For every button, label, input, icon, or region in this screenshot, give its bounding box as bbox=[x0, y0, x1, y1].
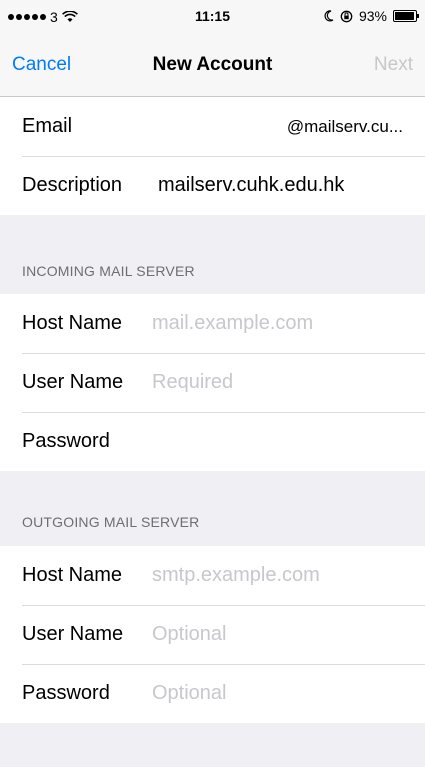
incoming-group: Host Name User Name Password bbox=[0, 294, 425, 471]
outgoing-password-row[interactable]: Password bbox=[0, 664, 425, 723]
outgoing-user-input[interactable] bbox=[152, 623, 392, 646]
account-group: Email @mailserv.cu... Description mailse… bbox=[0, 97, 425, 215]
outgoing-user-row[interactable]: User Name bbox=[0, 605, 425, 664]
battery-percent: 93% bbox=[358, 8, 387, 24]
navigation-bar: Cancel New Account Next bbox=[0, 34, 425, 97]
email-row[interactable]: Email @mailserv.cu... bbox=[0, 97, 425, 156]
email-value[interactable]: @mailserv.cu... bbox=[287, 117, 403, 137]
outgoing-user-label: User Name bbox=[22, 623, 124, 645]
incoming-password-row[interactable]: Password bbox=[0, 412, 425, 471]
email-label: Email bbox=[22, 115, 73, 137]
incoming-host-row[interactable]: Host Name bbox=[0, 294, 425, 353]
outgoing-host-input[interactable] bbox=[152, 564, 392, 587]
outgoing-host-label: Host Name bbox=[22, 564, 123, 586]
incoming-password-label: Password bbox=[22, 430, 110, 452]
next-button[interactable]: Next bbox=[374, 54, 413, 76]
incoming-user-row[interactable]: User Name bbox=[0, 353, 425, 412]
page-title: New Account bbox=[152, 54, 273, 75]
incoming-user-label: User Name bbox=[22, 371, 124, 393]
status-bar: 3 11:15 93% bbox=[0, 0, 425, 34]
outgoing-group: Host Name User Name Password bbox=[0, 546, 425, 723]
outgoing-password-label: Password bbox=[22, 682, 110, 704]
incoming-host-input[interactable] bbox=[152, 312, 392, 335]
incoming-password-input[interactable] bbox=[152, 430, 392, 453]
incoming-user-input[interactable] bbox=[152, 371, 392, 394]
incoming-host-label: Host Name bbox=[22, 312, 123, 334]
outgoing-password-input[interactable] bbox=[152, 682, 392, 705]
rotation-lock-icon bbox=[340, 10, 353, 22]
status-right: 93% bbox=[324, 8, 419, 24]
description-row[interactable]: Description mailserv.cuhk.edu.hk bbox=[0, 156, 425, 215]
description-value[interactable]: mailserv.cuhk.edu.hk bbox=[158, 174, 344, 197]
battery-icon bbox=[393, 10, 419, 22]
screen: 3 11:15 93% Cancel New Account Next Emai… bbox=[0, 0, 425, 767]
outgoing-section-header: OUTGOING MAIL SERVER bbox=[22, 514, 200, 530]
outgoing-host-row[interactable]: Host Name bbox=[0, 546, 425, 605]
incoming-section-header: INCOMING MAIL SERVER bbox=[22, 263, 195, 279]
moon-icon bbox=[324, 10, 334, 22]
description-label: Description bbox=[22, 174, 123, 196]
